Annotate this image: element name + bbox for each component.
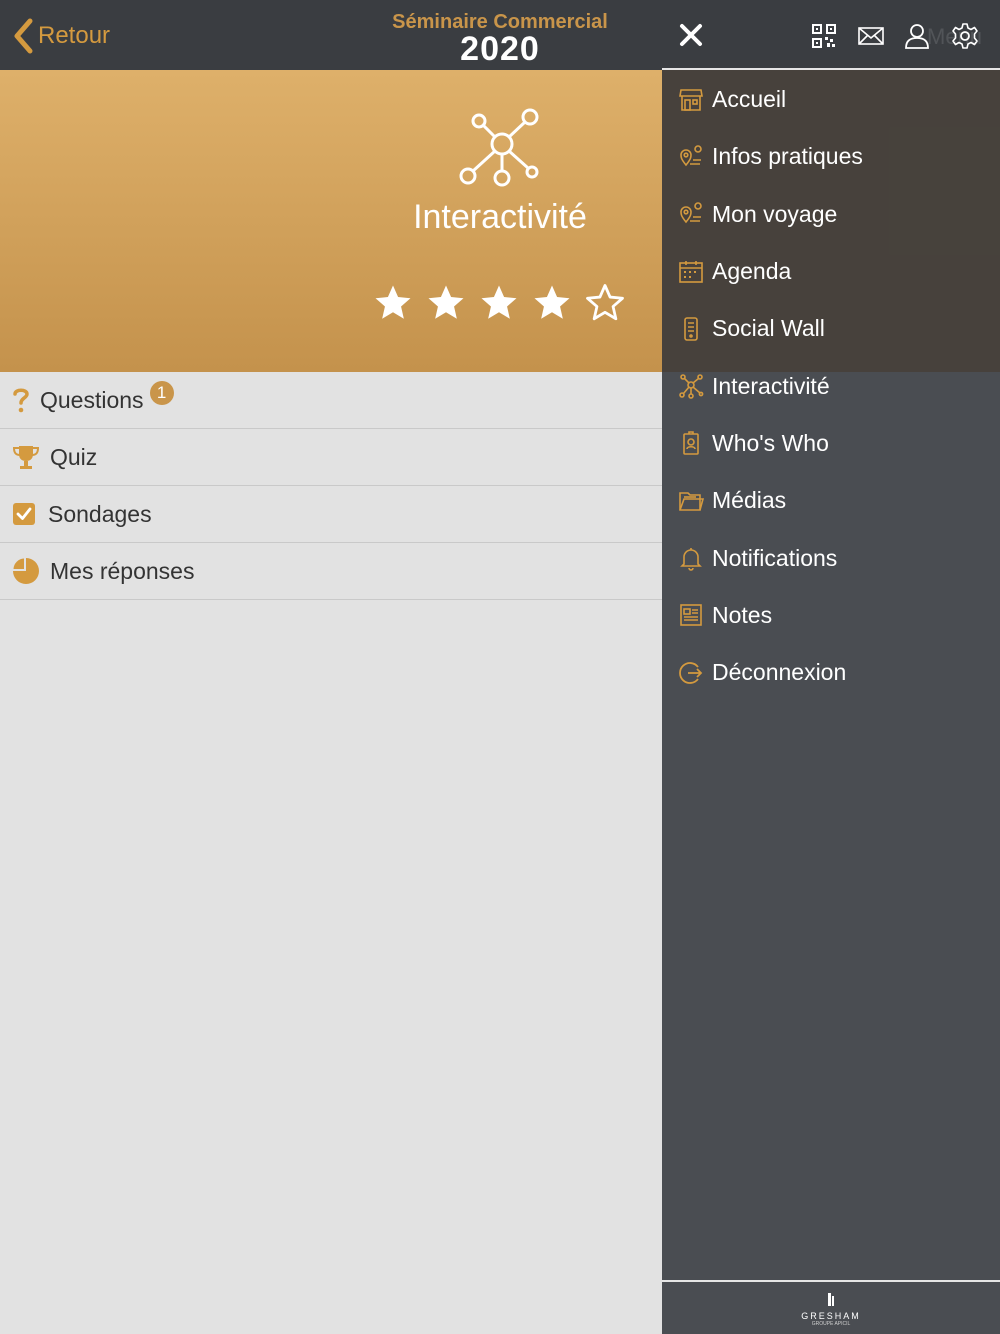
menu-item-label: Who's Who (712, 429, 829, 456)
list-item-label: Mes réponses (50, 557, 195, 584)
page-title: Interactivité (413, 198, 587, 236)
envelope-icon[interactable] (857, 22, 885, 50)
star-filled-icon[interactable] (372, 282, 414, 324)
user-icon[interactable] (903, 22, 931, 50)
menu-item-infos-pratiques[interactable]: Infos pratiques (662, 128, 1000, 185)
menu-item-label: Mon voyage (712, 200, 838, 227)
notes-icon (680, 604, 702, 627)
star-filled-icon[interactable] (478, 282, 520, 324)
phone-icon (684, 317, 698, 341)
menu-item-social-wall[interactable]: Social Wall (662, 300, 1000, 357)
pie-chart-icon (13, 558, 39, 584)
gresham-logo: GRESHAM GROUPE APICIL (782, 1292, 880, 1327)
network-icon (459, 108, 539, 187)
menu-item-agenda[interactable]: Agenda (662, 243, 1000, 300)
rating-stars[interactable] (372, 282, 637, 324)
bell-icon (680, 548, 702, 571)
star-filled-icon[interactable] (425, 282, 467, 324)
menu-item-accueil[interactable]: Accueil (662, 71, 1000, 128)
menu-item-label: Agenda (712, 258, 792, 285)
map-pin-icon (680, 202, 702, 224)
folder-icon (679, 491, 704, 511)
menu-item-label: Infos pratiques (712, 143, 863, 170)
menu-item-label: Notes (712, 601, 773, 628)
back-button[interactable]: Retour (12, 16, 110, 56)
menu-item-whos-who[interactable]: Who's Who (662, 415, 1000, 472)
close-icon[interactable] (676, 20, 706, 50)
logout-icon (679, 661, 703, 684)
list-item-label: Questions (40, 386, 144, 413)
menu-item-label: Social Wall (712, 315, 825, 342)
menu-item-interactivite[interactable]: Interactivité (662, 357, 1000, 414)
gear-icon[interactable] (951, 22, 979, 50)
footer-logo-sub: GROUPE APICIL (811, 1321, 851, 1327)
calendar-icon (679, 260, 703, 283)
menu-item-label: Interactivité (712, 372, 830, 399)
side-menu: Menu Accueil Infos pratiques Mon voyage … (662, 0, 1000, 1334)
menu-item-label: Accueil (712, 86, 787, 113)
side-menu-footer: GRESHAM GROUPE APICIL (662, 1280, 1000, 1334)
side-menu-header: Menu (662, 0, 1000, 70)
list-item-questions[interactable]: Questions 1 (0, 372, 662, 429)
list-item-label: Quiz (50, 443, 98, 470)
menu-item-notes[interactable]: Notes (662, 587, 1000, 644)
star-filled-icon[interactable] (531, 282, 573, 324)
map-pin-icon (680, 145, 702, 167)
network-icon (679, 374, 704, 399)
event-logo: Séminaire Commercial 2020 (370, 10, 630, 68)
menu-item-label: Notifications (712, 544, 838, 571)
menu-item-notifications[interactable]: Notifications (662, 529, 1000, 586)
menu-item-medias[interactable]: Médias (662, 472, 1000, 529)
list-item-sondages[interactable]: Sondages (0, 486, 662, 543)
menu-item-deconnexion[interactable]: Déconnexion (662, 644, 1000, 701)
brand-year: 2020 (460, 30, 540, 68)
footer-logo-text: GRESHAM (801, 1311, 861, 1321)
interactivity-list: Questions 1 Quiz Sondages Mes réponses (0, 372, 662, 600)
chevron-left-icon (14, 18, 33, 54)
menu-item-label: Déconnexion (712, 659, 847, 686)
building-icon (828, 1293, 834, 1306)
qr-code-icon[interactable] (810, 22, 838, 50)
list-item-quiz[interactable]: Quiz (0, 429, 662, 486)
menu-item-mon-voyage[interactable]: Mon voyage (662, 186, 1000, 243)
side-menu-list: Accueil Infos pratiques Mon voyage Agend… (662, 71, 1000, 701)
list-item-mes-reponses[interactable]: Mes réponses (0, 543, 662, 600)
store-icon (679, 88, 703, 111)
star-empty-icon[interactable] (584, 282, 626, 324)
list-item-label: Sondages (48, 500, 152, 527)
back-label: Retour (38, 22, 111, 49)
question-icon (13, 388, 29, 413)
checkbox-icon (13, 503, 35, 525)
trophy-icon (12, 446, 40, 469)
count-badge: 1 (149, 381, 174, 405)
menu-item-label: Médias (712, 487, 787, 514)
badge-icon (683, 431, 699, 456)
